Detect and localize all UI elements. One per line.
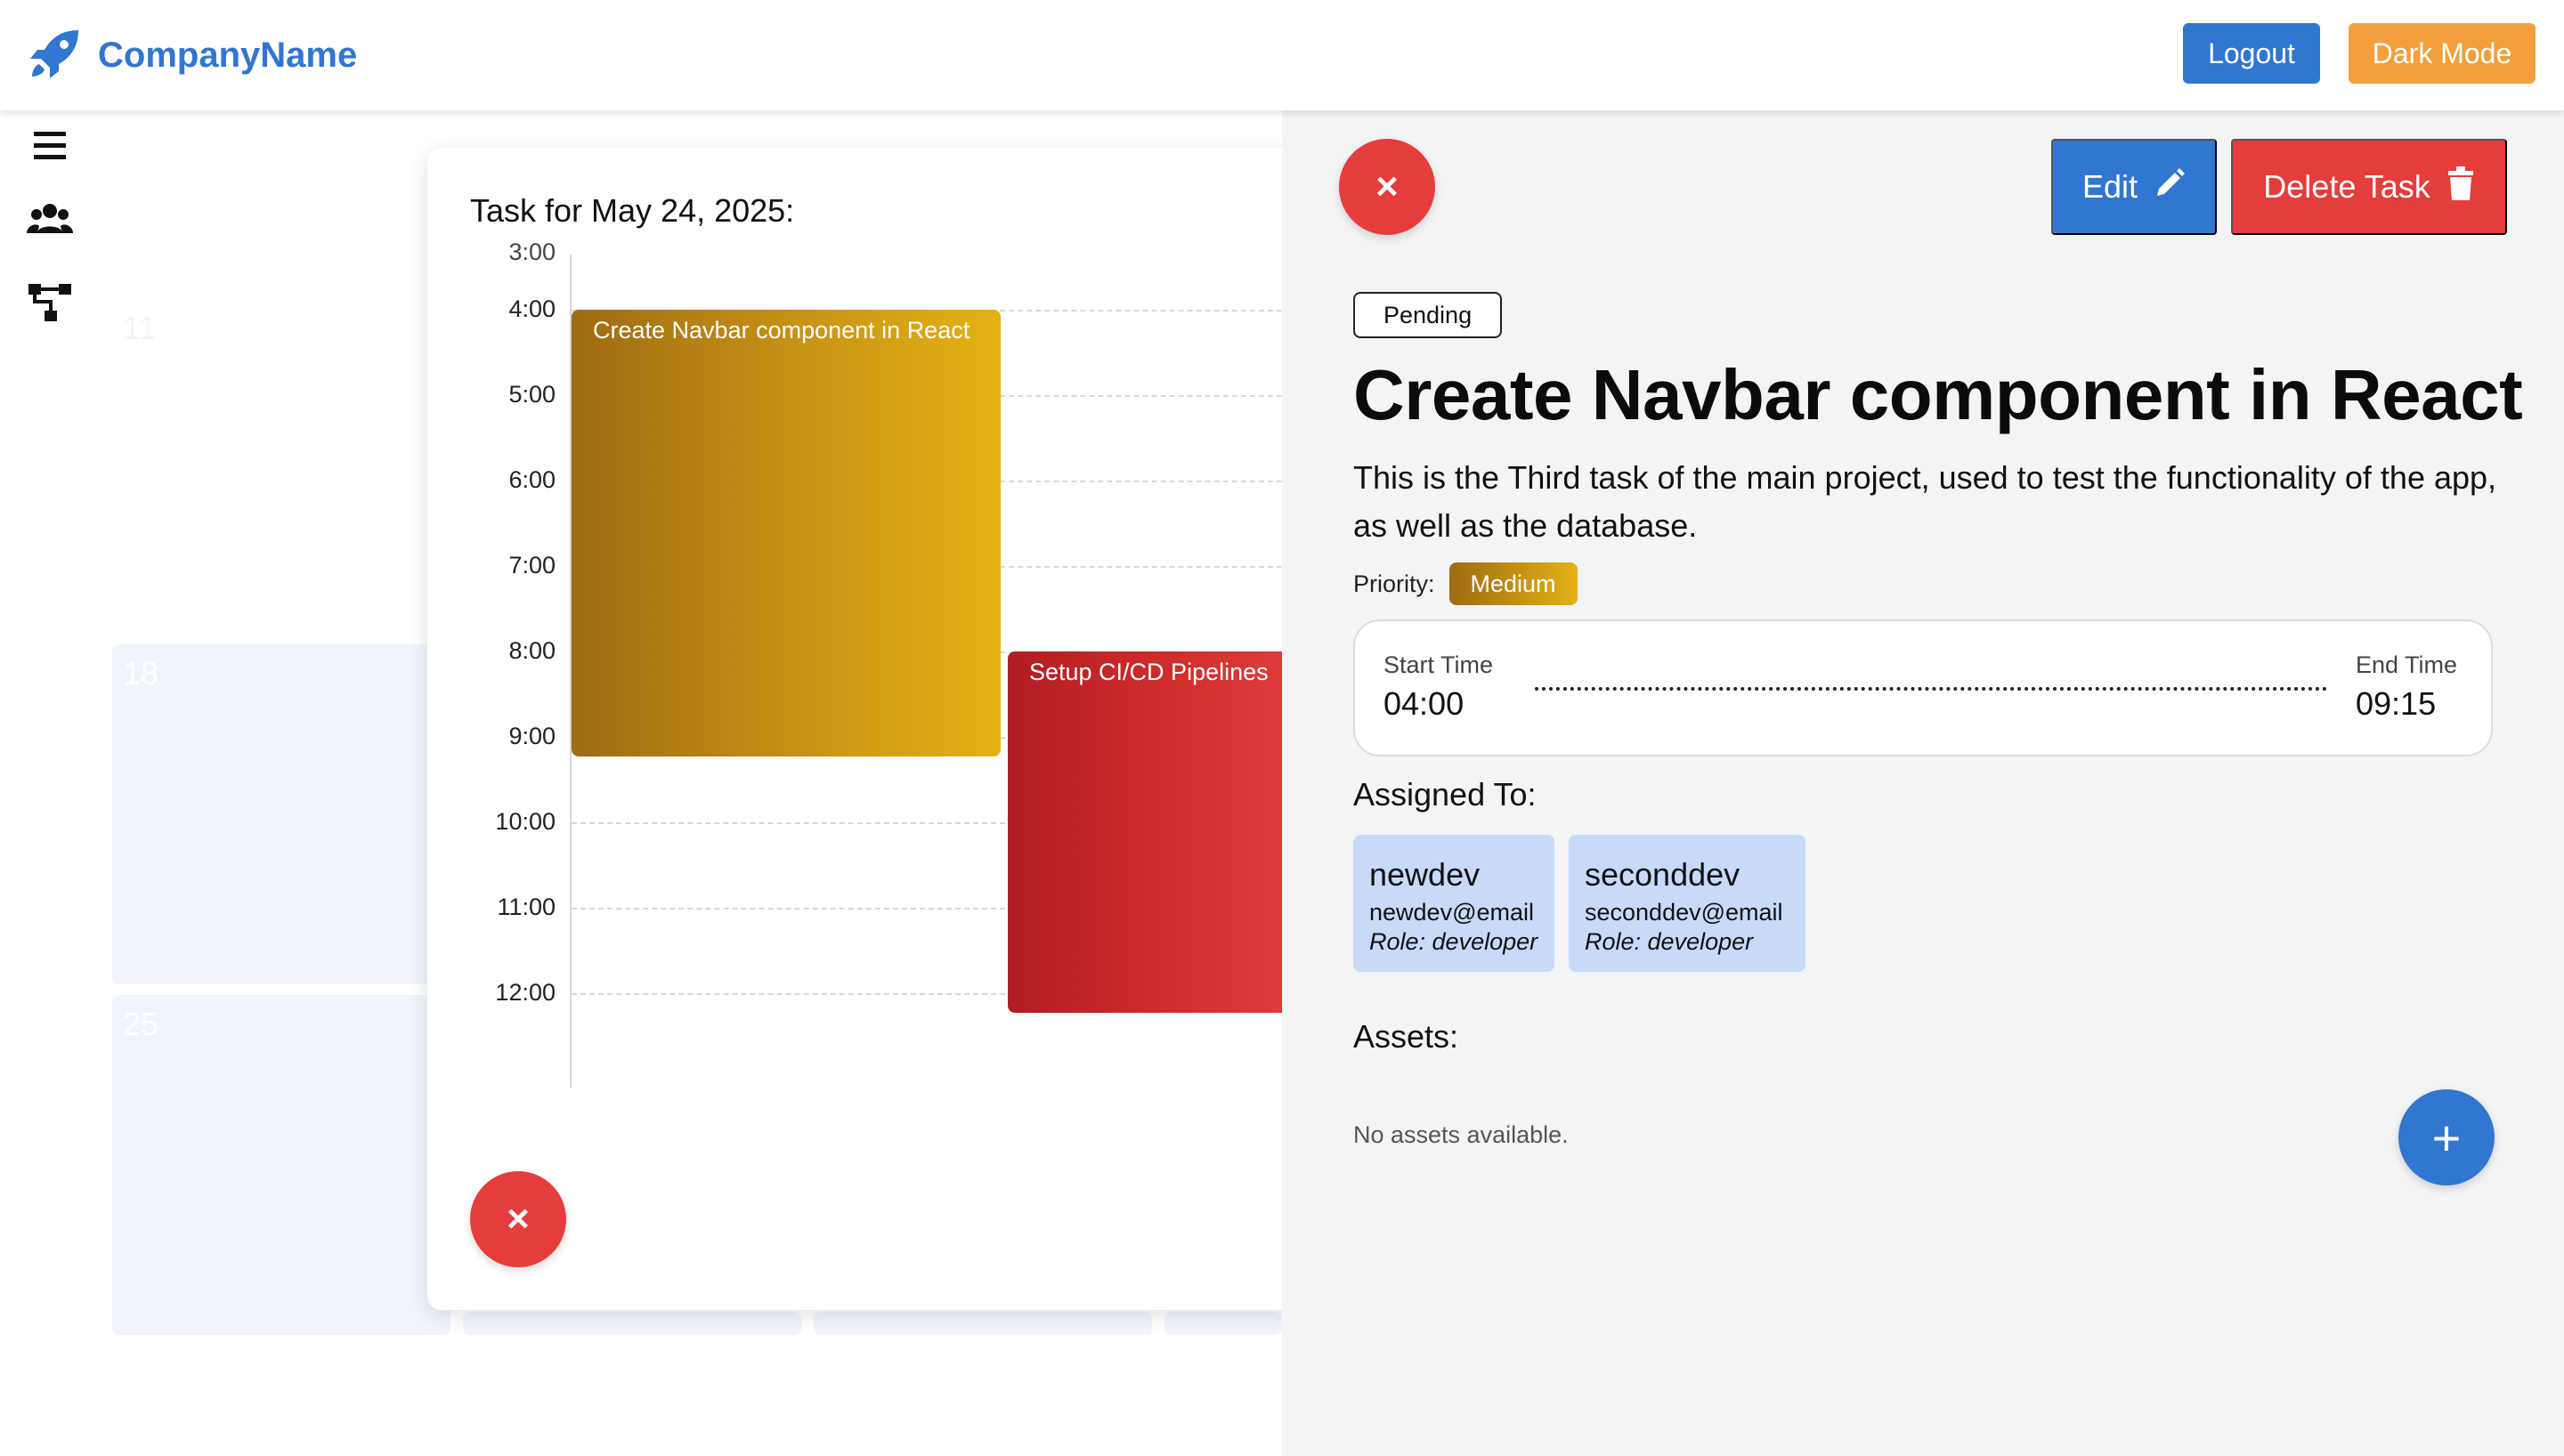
event-label: Setup CI/CD Pipelines xyxy=(1029,659,1269,685)
calendar-day-cell[interactable]: 25 xyxy=(112,995,450,1335)
calendar-day-number: 18 xyxy=(123,655,159,692)
assignee-name: newdev xyxy=(1369,856,1481,893)
delete-task-button[interactable]: Delete Task xyxy=(2231,139,2507,235)
end-time-label: End Time xyxy=(2356,651,2458,678)
dark-mode-button[interactable]: Dark Mode xyxy=(2349,23,2536,84)
end-time-value: 09:15 xyxy=(2356,685,2437,722)
priority-row: Priority: Medium xyxy=(1353,562,1578,605)
assignee-email: newdev@email xyxy=(1369,899,1534,926)
calendar-day-cell[interactable] xyxy=(814,1312,1152,1335)
priority-label: Priority: xyxy=(1353,570,1435,597)
day-timeline: 3:00 4:00 5:00 6:00 7:00 8:00 9:00 10:00… xyxy=(427,239,1318,1145)
sidebar xyxy=(0,110,107,1456)
assignee-card[interactable]: seconddev seconddev@email Role: develope… xyxy=(1569,835,1805,972)
start-time-value: 04:00 xyxy=(1383,685,1465,722)
assignee-card[interactable]: newdev newdev@email Role: developer xyxy=(1353,835,1554,972)
calendar-day-cell[interactable] xyxy=(463,1312,801,1335)
close-panel-button[interactable]: × xyxy=(1339,139,1435,235)
day-view-card: Task for May 24, 2025: 3:00 4:00 5:00 6:… xyxy=(427,148,1318,1310)
delete-label: Delete Task xyxy=(2263,168,2430,205)
calendar-day-cell[interactable]: 11 xyxy=(112,299,450,459)
top-navbar: CompanyName Logout Dark Mode xyxy=(0,0,2564,110)
event-label: Create Navbar component in React xyxy=(593,317,970,344)
day-view-title: Task for May 24, 2025: xyxy=(470,192,795,229)
close-icon: × xyxy=(507,1197,530,1241)
hour-label: 4:00 xyxy=(508,295,556,322)
task-title: Create Navbar component in React xyxy=(1353,355,2523,434)
event-block[interactable]: Create Navbar component in React xyxy=(572,310,1001,756)
hour-label-partial: 3:00 xyxy=(508,239,556,265)
assignee-role: Role: developer xyxy=(1585,928,1754,955)
assignee-role: Role: developer xyxy=(1369,928,1538,955)
rocket-icon xyxy=(27,25,84,86)
brand[interactable]: CompanyName xyxy=(27,25,357,86)
hour-label: 11:00 xyxy=(497,894,556,920)
hour-label: 7:00 xyxy=(508,552,556,578)
start-time-label: Start Time xyxy=(1383,651,1494,678)
status-badge: Pending xyxy=(1353,292,1503,338)
hour-label: 6:00 xyxy=(508,466,556,493)
logout-button[interactable]: Logout xyxy=(2183,23,2320,84)
add-asset-button[interactable]: + xyxy=(2398,1089,2495,1185)
edit-label: Edit xyxy=(2081,168,2138,205)
close-icon: × xyxy=(1375,165,1399,208)
brand-name: CompanyName xyxy=(98,36,358,75)
close-day-view-button[interactable]: × xyxy=(470,1171,566,1267)
users-icon[interactable] xyxy=(27,196,73,242)
menu-icon[interactable] xyxy=(27,123,73,169)
hour-label: 12:00 xyxy=(495,979,556,1006)
hour-label: 5:00 xyxy=(508,381,556,408)
assets-heading: Assets: xyxy=(1353,1018,1459,1055)
edit-task-button[interactable]: Edit xyxy=(2051,139,2217,235)
pencil-icon xyxy=(2154,167,2186,207)
plus-icon: + xyxy=(2431,1109,2462,1166)
assignee-email: seconddev@email xyxy=(1585,899,1783,926)
trash-icon xyxy=(2446,166,2475,208)
calendar-day-number: 11 xyxy=(123,310,157,346)
priority-badge: Medium xyxy=(1448,562,1578,605)
time-range-box: Start Time 04:00 End Time 09:15 xyxy=(1353,619,2493,756)
no-assets-text: No assets available. xyxy=(1353,1121,1569,1148)
task-detail-panel: × Edit Delete Task Pending Create Navbar… xyxy=(1282,110,2564,1456)
calendar-day-number: 25 xyxy=(123,1006,159,1042)
hour-label: 8:00 xyxy=(508,637,556,664)
calendar-day-cell[interactable] xyxy=(1164,1312,1282,1335)
event-block[interactable]: Setup CI/CD Pipelines xyxy=(1008,651,1318,1013)
assigned-to-heading: Assigned To: xyxy=(1353,776,1537,813)
hour-label: 10:00 xyxy=(495,808,556,835)
time-range-connector xyxy=(1535,687,2327,691)
hour-label: 9:00 xyxy=(508,723,556,749)
calendar-day-cell[interactable]: 18 xyxy=(112,644,450,984)
task-description: This is the Third task of the main proje… xyxy=(1353,459,2497,544)
assignee-name: seconddev xyxy=(1585,856,1740,893)
hierarchy-icon[interactable] xyxy=(27,279,73,326)
